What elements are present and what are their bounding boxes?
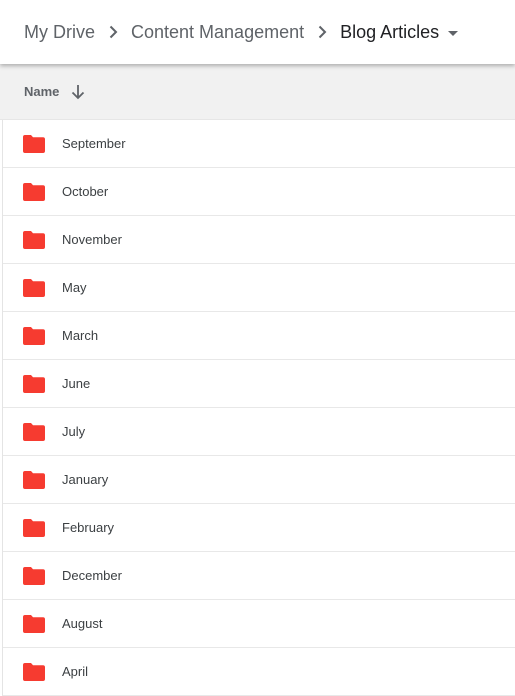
folder-row-october[interactable]: October xyxy=(3,168,515,216)
folder-icon xyxy=(23,470,45,489)
folder-list: September October November May March Jun… xyxy=(2,120,515,696)
folder-icon xyxy=(23,566,45,585)
folder-row-november[interactable]: November xyxy=(3,216,515,264)
folder-icon xyxy=(23,182,45,201)
folder-row-april[interactable]: April xyxy=(3,648,515,696)
folder-icon xyxy=(23,614,45,633)
chevron-right-icon xyxy=(95,20,131,44)
folder-name: December xyxy=(62,568,122,583)
folder-row-september[interactable]: September xyxy=(3,120,515,168)
folder-icon xyxy=(23,326,45,345)
breadcrumb-my-drive[interactable]: My Drive xyxy=(24,20,95,44)
folder-icon xyxy=(23,134,45,153)
folder-icon xyxy=(23,422,45,441)
folder-icon xyxy=(23,518,45,537)
folder-row-may[interactable]: May xyxy=(3,264,515,312)
folder-name: August xyxy=(62,616,103,631)
folder-name: March xyxy=(62,328,99,343)
folder-row-june[interactable]: June xyxy=(3,360,515,408)
folder-row-january[interactable]: January xyxy=(3,456,515,504)
folder-name: April xyxy=(62,664,89,679)
chevron-right-icon xyxy=(304,20,340,44)
folder-name: September xyxy=(62,136,126,151)
folder-icon xyxy=(23,374,45,393)
folder-name: November xyxy=(62,232,122,247)
folder-icon xyxy=(23,662,45,681)
breadcrumb: My Drive Content Management Blog Article… xyxy=(0,0,515,64)
list-header: Name xyxy=(0,64,515,120)
folder-row-march[interactable]: March xyxy=(3,312,515,360)
folder-name: July xyxy=(62,424,86,439)
folder-row-february[interactable]: February xyxy=(3,504,515,552)
arrow-down-icon[interactable] xyxy=(71,84,85,100)
breadcrumb-blog-articles[interactable]: Blog Articles xyxy=(340,20,439,44)
folder-icon xyxy=(23,230,45,249)
folder-name: May xyxy=(62,280,87,295)
breadcrumb-content-management[interactable]: Content Management xyxy=(131,20,304,44)
folder-name: January xyxy=(62,472,109,487)
caret-down-icon[interactable] xyxy=(448,30,459,36)
folder-name: February xyxy=(62,520,115,535)
folder-icon xyxy=(23,278,45,297)
folder-row-august[interactable]: August xyxy=(3,600,515,648)
folder-row-december[interactable]: December xyxy=(3,552,515,600)
folder-name: June xyxy=(62,376,91,391)
folder-row-july[interactable]: July xyxy=(3,408,515,456)
column-header-name[interactable]: Name xyxy=(24,84,59,99)
folder-name: October xyxy=(62,184,109,199)
